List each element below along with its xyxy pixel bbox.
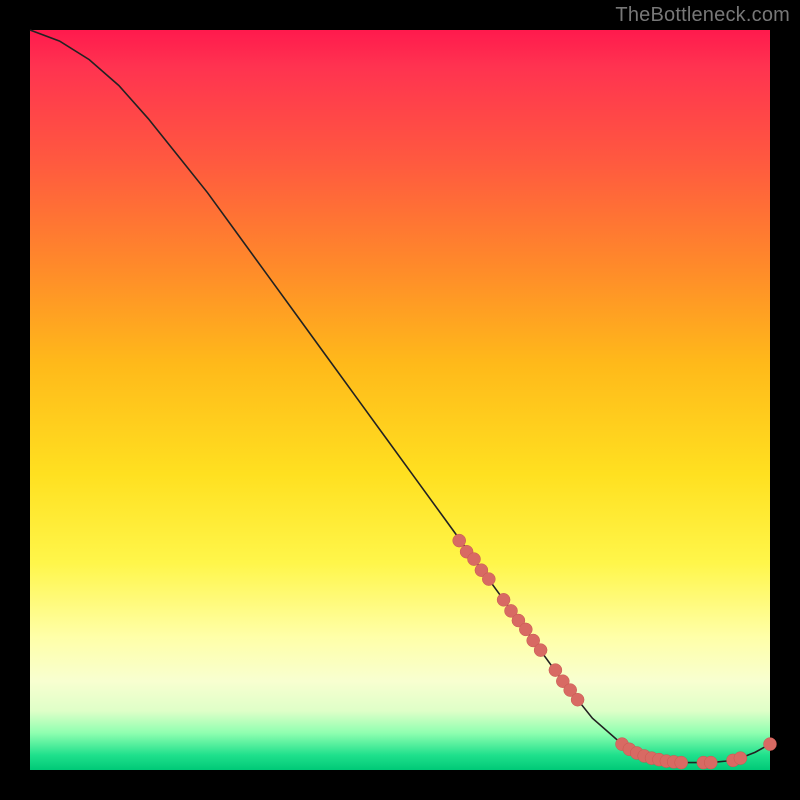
marker-group: [453, 534, 777, 769]
gpu-marker: [534, 644, 547, 657]
chart-frame: [30, 30, 770, 770]
gpu-marker: [453, 534, 466, 547]
gpu-marker: [482, 573, 495, 586]
bottleneck-curve: [30, 30, 770, 763]
chart-svg: [30, 30, 770, 770]
gpu-marker: [764, 738, 777, 751]
gpu-marker: [549, 664, 562, 677]
gpu-marker: [675, 756, 688, 769]
gpu-marker: [468, 553, 481, 566]
gpu-marker: [497, 593, 510, 606]
gpu-marker: [734, 752, 747, 765]
gpu-marker: [519, 623, 532, 636]
gpu-marker: [571, 693, 584, 706]
watermark-text: TheBottleneck.com: [615, 4, 790, 27]
gpu-marker: [704, 756, 717, 769]
